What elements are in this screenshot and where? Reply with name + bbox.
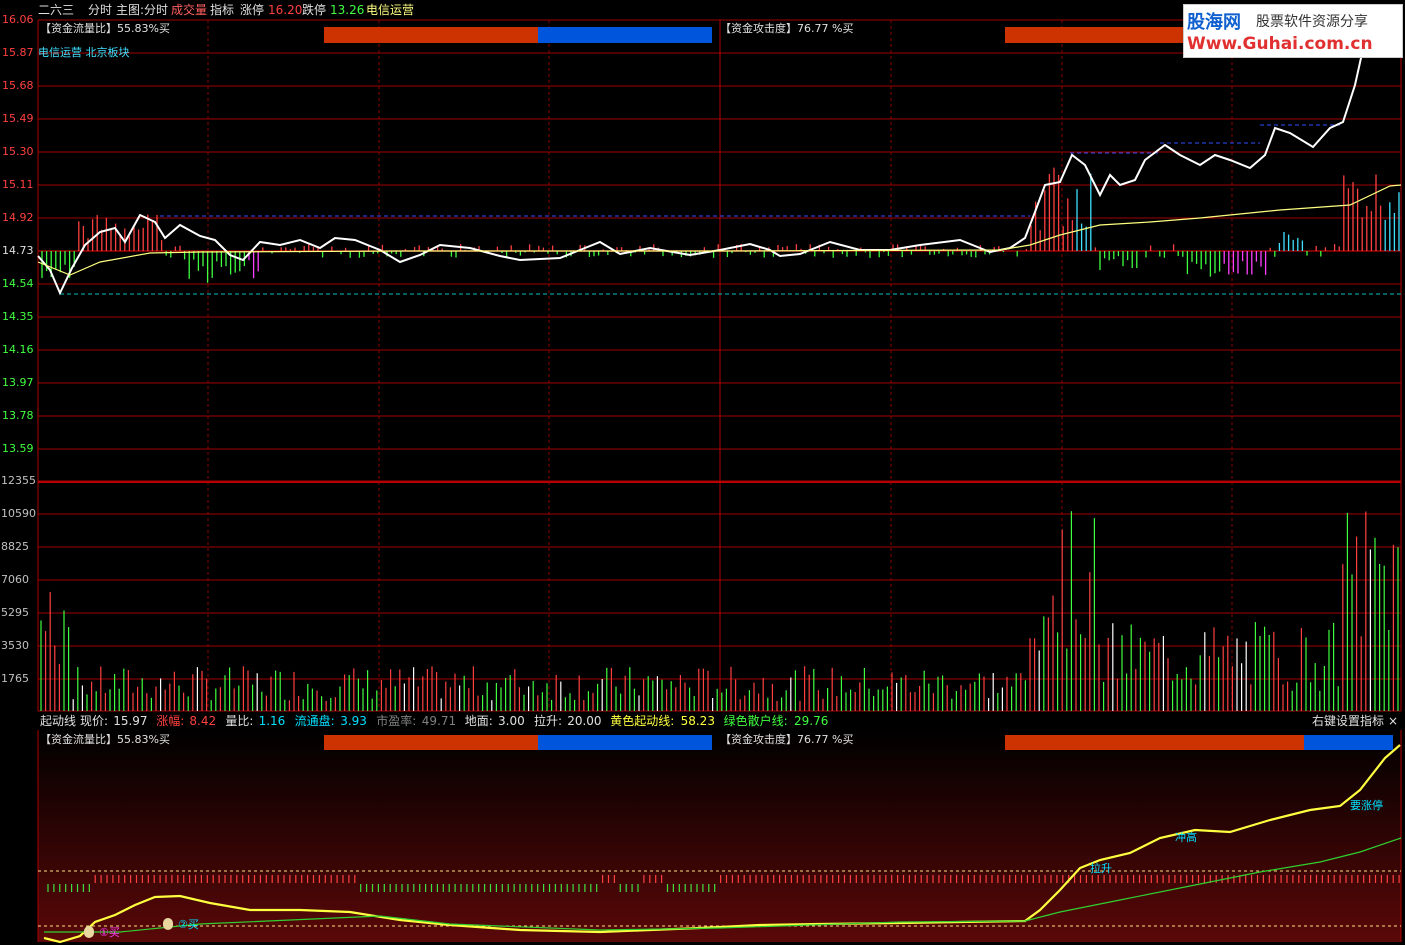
price-tick-label: 14.35 [2, 310, 34, 323]
moneybag-icon [84, 926, 94, 938]
indicator-item-label: 市盈率: [376, 714, 417, 728]
volume-tick-label: 3530 [1, 639, 29, 652]
price-tick-label: 13.78 [2, 409, 34, 422]
close-icon[interactable]: × [1388, 714, 1398, 728]
indicator-item-label: 绿色散户线: [723, 714, 788, 728]
price-line [37, 39, 1366, 296]
watermark-slogan: 股票软件资源分享 [1256, 14, 1368, 30]
moneybag-icon [163, 918, 173, 930]
indicator-item-value: 58.23 [680, 714, 715, 728]
volume-tick-label: 10590 [1, 507, 36, 520]
buy1-annotation: ①买 [99, 926, 120, 939]
intraday-chart[interactable] [0, 0, 1405, 945]
indicator-item-value: 3.00 [498, 714, 525, 728]
price-tick-label: 15.49 [2, 112, 34, 125]
lower-flow-sell-bar [538, 735, 712, 750]
volume-tick-label: 5295 [1, 606, 29, 619]
price-tick-label: 13.97 [2, 376, 34, 389]
indicator-item-label: 涨幅: [156, 714, 185, 728]
volume-tick-label: 8825 [1, 540, 29, 553]
volume-tick-label: 7060 [1, 573, 29, 586]
watermark-url: Www.Guhai.com.cn [1187, 34, 1373, 54]
watermark-brand: 股海网 [1187, 12, 1241, 33]
price-tick-label: 14.16 [2, 343, 34, 356]
price-tick-label: 15.87 [2, 46, 34, 59]
indicator-name[interactable]: 起动线 [40, 714, 76, 728]
indicator-item-value: 3.93 [340, 714, 367, 728]
attack-label: 【资金攻击度】76.77 %买 [720, 22, 854, 35]
volume-tick-label: 12355 [1, 474, 36, 487]
indicator-item-value: 1.16 [258, 714, 286, 728]
indicator-item-label: 流通盘: [294, 714, 335, 728]
lower-attack-sell-bar [1304, 735, 1393, 750]
indicator-item-value: 20.00 [567, 714, 602, 728]
indicator-item-label: 现价: [80, 714, 109, 728]
price-tick-label: 15.30 [2, 145, 34, 158]
rush-high-annotation: 冲高 [1175, 831, 1197, 844]
lower-attack-buy-bar [1005, 735, 1304, 750]
price-tick-label: 15.11 [2, 178, 34, 191]
watermark-logo: 股海网 股票软件资源分享 Www.Guhai.com.cn [1183, 4, 1403, 58]
indicator-item-value: 8.42 [189, 714, 217, 728]
buy2-annotation: ②买 [178, 918, 199, 931]
lower-flow-ratio-label: 【资金流量比】55.83%买 [40, 733, 170, 746]
indicator-item-value: 49.71 [421, 714, 457, 728]
price-tick-label: 14.73 [2, 244, 34, 257]
flow-ratio-sell-bar [538, 27, 712, 43]
limit-up-annotation: 要涨停 [1350, 799, 1383, 812]
price-tick-label: 16.06 [2, 13, 34, 26]
indicator-item-label: 量比: [225, 714, 254, 728]
settings-hint[interactable]: 右键设置指标 [1312, 714, 1384, 728]
price-tick-label: 13.59 [2, 442, 34, 455]
indicator-item-label: 黄色起动线: [610, 714, 675, 728]
indicator-item-value: 29.76 [794, 714, 829, 728]
indicator-item-label: 拉升: [534, 714, 563, 728]
price-tick-label: 14.54 [2, 277, 34, 290]
sector-subtitle: 电信运营 北京板块 [38, 46, 130, 59]
lower-flow-buy-bar [324, 735, 538, 750]
price-tick-label: 15.68 [2, 79, 34, 92]
attack-buy-bar [1005, 27, 1185, 43]
lower-attack-label: 【资金攻击度】76.77 %买 [720, 733, 854, 746]
indicator-item-label: 地面: [464, 714, 493, 728]
flow-ratio-label: 【资金流量比】55.83%买 [40, 22, 170, 35]
indicator-item-value: 15.97 [113, 714, 148, 728]
price-tick-label: 14.92 [2, 211, 34, 224]
pull-up-annotation: 拉升 [1090, 862, 1112, 875]
flow-ratio-buy-bar [324, 27, 538, 43]
volume-tick-label: 1765 [1, 672, 29, 685]
